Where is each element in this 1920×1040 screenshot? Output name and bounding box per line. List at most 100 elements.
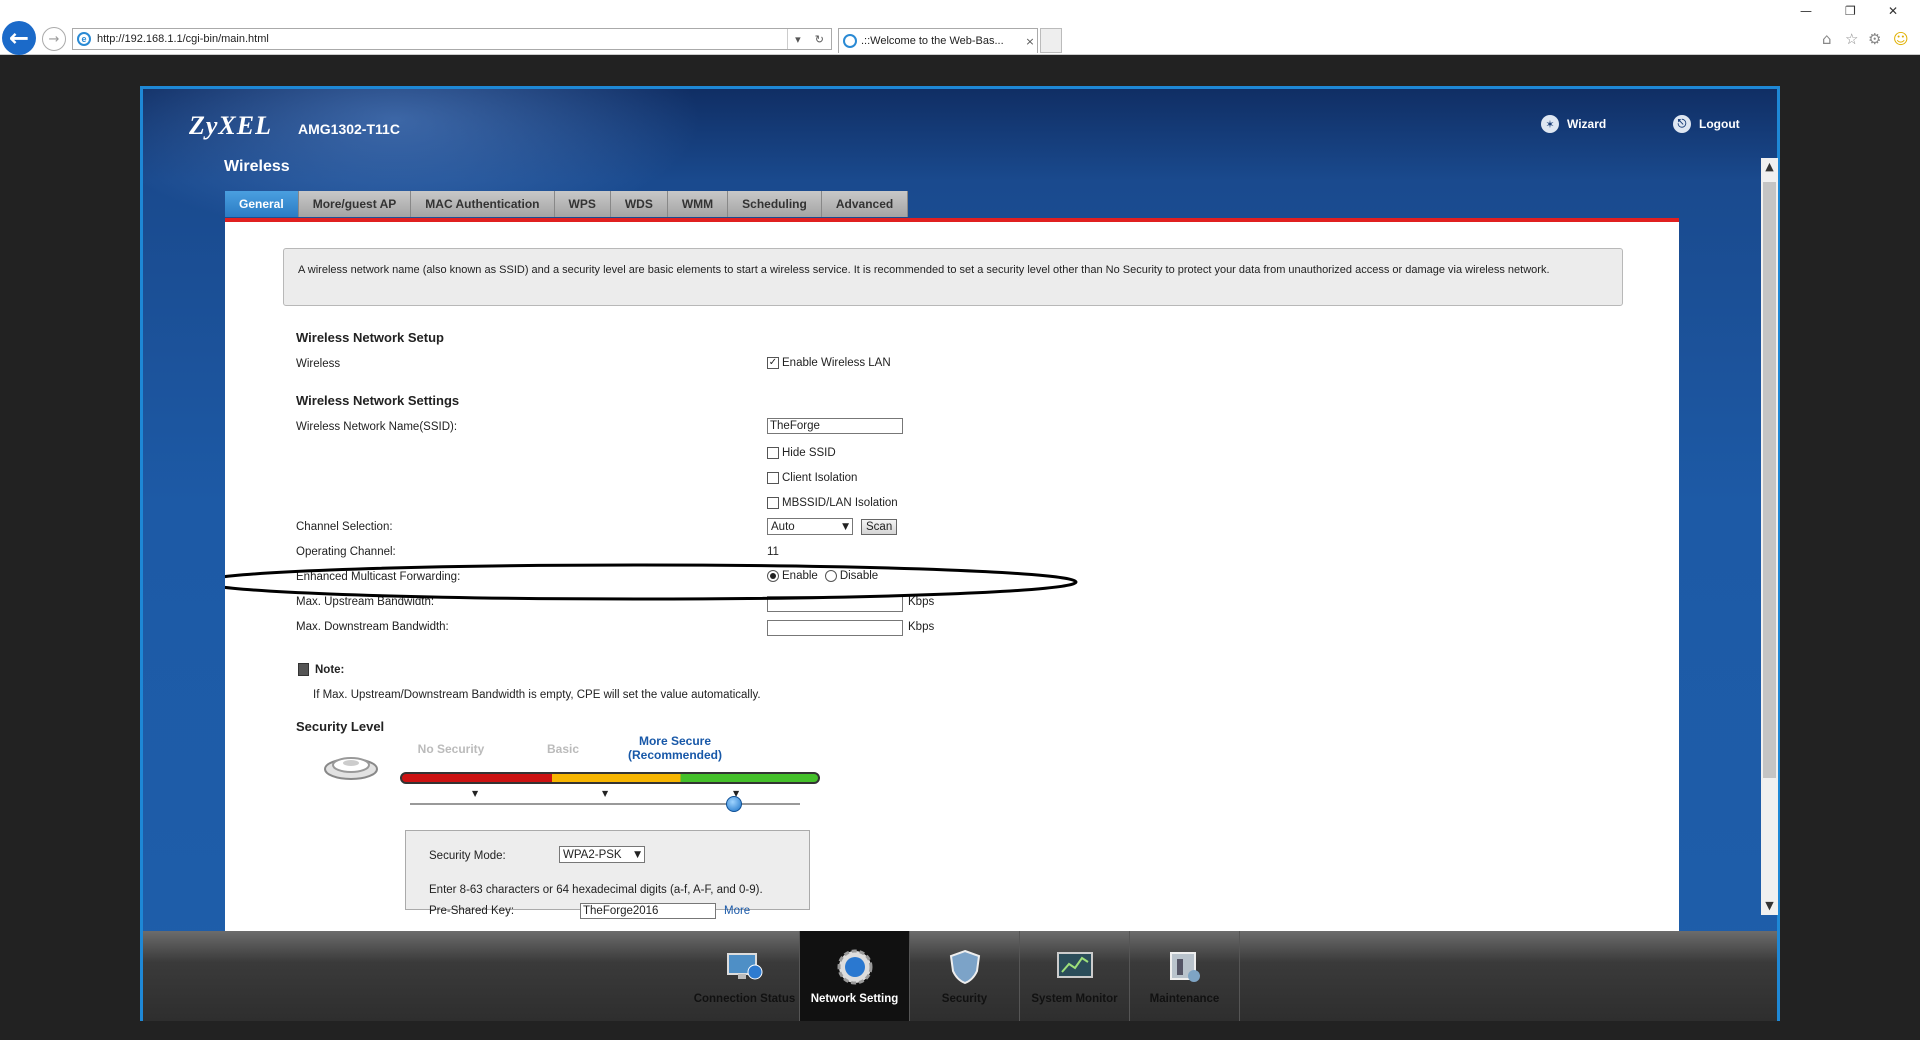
info-box: A wireless network name (also known as S… [283, 248, 1623, 306]
tab-more-guest-ap[interactable]: More/guest AP [298, 191, 412, 217]
hide-ssid-checkbox[interactable] [767, 447, 779, 459]
hide-ssid-control[interactable]: Hide SSID [767, 447, 836, 459]
downstream-label: Max. Downstream Bandwidth: [296, 621, 449, 633]
client-isolation-label: Client Isolation [782, 472, 858, 484]
nav-maintenance-label: Maintenance [1149, 993, 1220, 1005]
smiley-feedback-icon[interactable]: ☺ [1893, 30, 1909, 48]
forward-button[interactable]: → [42, 27, 66, 51]
tab-favicon-icon [843, 34, 857, 48]
address-dropdown-icon[interactable]: ▾ [795, 33, 801, 46]
security-mode-select[interactable]: WPA2-PSK ▼ [559, 846, 645, 863]
level-no-security[interactable]: No Security [391, 742, 511, 756]
mbssid-isolation-checkbox[interactable] [767, 497, 779, 509]
level-basic[interactable]: Basic [523, 742, 603, 756]
tab-general[interactable]: General [225, 191, 299, 217]
psk-input[interactable]: TheForge2016 [580, 903, 716, 919]
downstream-input[interactable] [767, 620, 903, 636]
minimize-button[interactable]: — [1800, 4, 1812, 18]
nav-network-setting[interactable]: Network Setting [800, 931, 910, 1021]
browser-toolbar: — ❐ ✕ ← → e http://192.168.1.1/cgi-bin/m… [0, 0, 1920, 55]
hide-ssid-label: Hide SSID [782, 447, 836, 459]
client-isolation-checkbox[interactable] [767, 472, 779, 484]
scan-button[interactable]: Scan [861, 519, 898, 535]
router-graphic-icon [324, 757, 378, 780]
tab-advanced[interactable]: Advanced [821, 191, 909, 217]
content-scrollbar[interactable]: ▲ ▼ [1761, 158, 1778, 915]
model-name: AMG1302-T11C [298, 121, 400, 137]
operating-channel-value: 11 [767, 546, 779, 558]
tab-close-icon[interactable]: × [1023, 35, 1037, 48]
bottom-navigation: Connection Status Network Setting Securi… [143, 931, 1777, 1021]
logout-link[interactable]: ⎋ Logout [1673, 115, 1740, 133]
more-link[interactable]: More [724, 905, 750, 917]
enable-wlan-checkbox[interactable]: ✓ [767, 357, 779, 369]
logout-icon: ⎋ [1673, 115, 1691, 133]
security-slider-knob[interactable] [726, 796, 742, 812]
client-isolation-control[interactable]: Client Isolation [767, 472, 857, 484]
restore-button[interactable]: ❐ [1845, 4, 1856, 18]
note-text: If Max. Upstream/Downstream Bandwidth is… [313, 689, 761, 701]
nav-connection-status[interactable]: Connection Status [690, 931, 800, 1021]
tick-marker-basic: ▼ [602, 789, 609, 798]
tab-scheduling[interactable]: Scheduling [728, 191, 822, 217]
channel-label: Channel Selection: [296, 521, 393, 533]
wireless-general-panel: A wireless network name (also known as S… [225, 222, 1679, 931]
note-title: Note: [315, 663, 345, 676]
highlight-ellipse [225, 563, 1078, 601]
tab-title: .::Welcome to the Web-Bas... [861, 35, 1004, 47]
chevron-down-icon: ▼ [634, 849, 641, 860]
security-level-heading: Security Level [296, 719, 385, 734]
wizard-wand-icon: ✶ [1541, 115, 1559, 133]
enable-wlan-label: Enable Wireless LAN [782, 357, 891, 369]
security-level-bar [400, 772, 820, 784]
level-more-secure[interactable]: More Secure (Recommended) [605, 734, 745, 762]
tab-mac-authentication[interactable]: MAC Authentication [411, 191, 555, 217]
operating-channel-label: Operating Channel: [296, 546, 396, 558]
tab-wmm[interactable]: WMM [667, 191, 729, 217]
tab-wds[interactable]: WDS [610, 191, 668, 217]
security-mode-label: Security Mode: [429, 850, 506, 862]
nav-security[interactable]: Security [910, 931, 1020, 1021]
nav-maintenance[interactable]: Maintenance [1130, 931, 1240, 1021]
address-bar[interactable]: e http://192.168.1.1/cgi-bin/main.html ▾… [72, 28, 832, 50]
new-tab-button[interactable] [1040, 28, 1062, 53]
globe-gear-icon [835, 949, 875, 985]
nav-security-label: Security [941, 993, 988, 1005]
psk-label: Pre-Shared Key: [429, 905, 515, 917]
chevron-down-icon: ▼ [842, 521, 849, 532]
favorites-star-icon[interactable]: ☆ [1845, 30, 1858, 48]
nav-system-monitor[interactable]: System Monitor [1020, 931, 1130, 1021]
scroll-thumb[interactable] [1763, 182, 1776, 778]
back-arrow-icon: ← [8, 24, 30, 52]
security-mode-value: WPA2-PSK [563, 848, 622, 861]
channel-select[interactable]: Auto ▼ [767, 518, 853, 535]
page-title: Wireless [224, 158, 290, 175]
scroll-up-icon[interactable]: ▲ [1761, 160, 1778, 173]
note-heading: Note: [298, 663, 344, 676]
wizard-link[interactable]: ✶ Wizard [1541, 115, 1606, 133]
scroll-down-icon[interactable]: ▼ [1761, 899, 1778, 912]
router-frame: ZyXEL AMG1302-T11C Wireless ✶ Wizard ⎋ L… [140, 86, 1780, 1021]
back-button[interactable]: ← [2, 21, 36, 55]
tab-wps[interactable]: WPS [554, 191, 611, 217]
browser-tab[interactable]: .::Welcome to the Web-Bas... × [838, 28, 1038, 53]
ie-page-icon: e [77, 32, 91, 46]
settings-gear-icon[interactable]: ⚙ [1868, 30, 1881, 48]
address-url[interactable]: http://192.168.1.1/cgi-bin/main.html [97, 33, 787, 45]
close-window-button[interactable]: ✕ [1888, 4, 1898, 18]
shield-icon [945, 949, 985, 985]
enable-wlan-control[interactable]: ✓ Enable Wireless LAN [767, 357, 891, 369]
wizard-label: Wizard [1567, 117, 1607, 131]
nav-system-monitor-label: System Monitor [1031, 993, 1118, 1005]
ssid-input[interactable]: TheForge [767, 418, 903, 434]
refresh-icon[interactable]: ↻ [815, 33, 824, 46]
mbssid-isolation-control[interactable]: MBSSID/LAN Isolation [767, 497, 898, 509]
monitor-icon [725, 949, 765, 985]
mbssid-isolation-label: MBSSID/LAN Isolation [782, 497, 898, 509]
note-icon [298, 663, 309, 676]
psk-hint: Enter 8-63 characters or 64 hexadecimal … [429, 884, 763, 896]
channel-value: Auto [771, 520, 795, 533]
nav-connection-status-label: Connection Status [693, 993, 796, 1005]
wireless-label: Wireless [296, 358, 341, 370]
home-icon[interactable]: ⌂ [1822, 30, 1832, 48]
